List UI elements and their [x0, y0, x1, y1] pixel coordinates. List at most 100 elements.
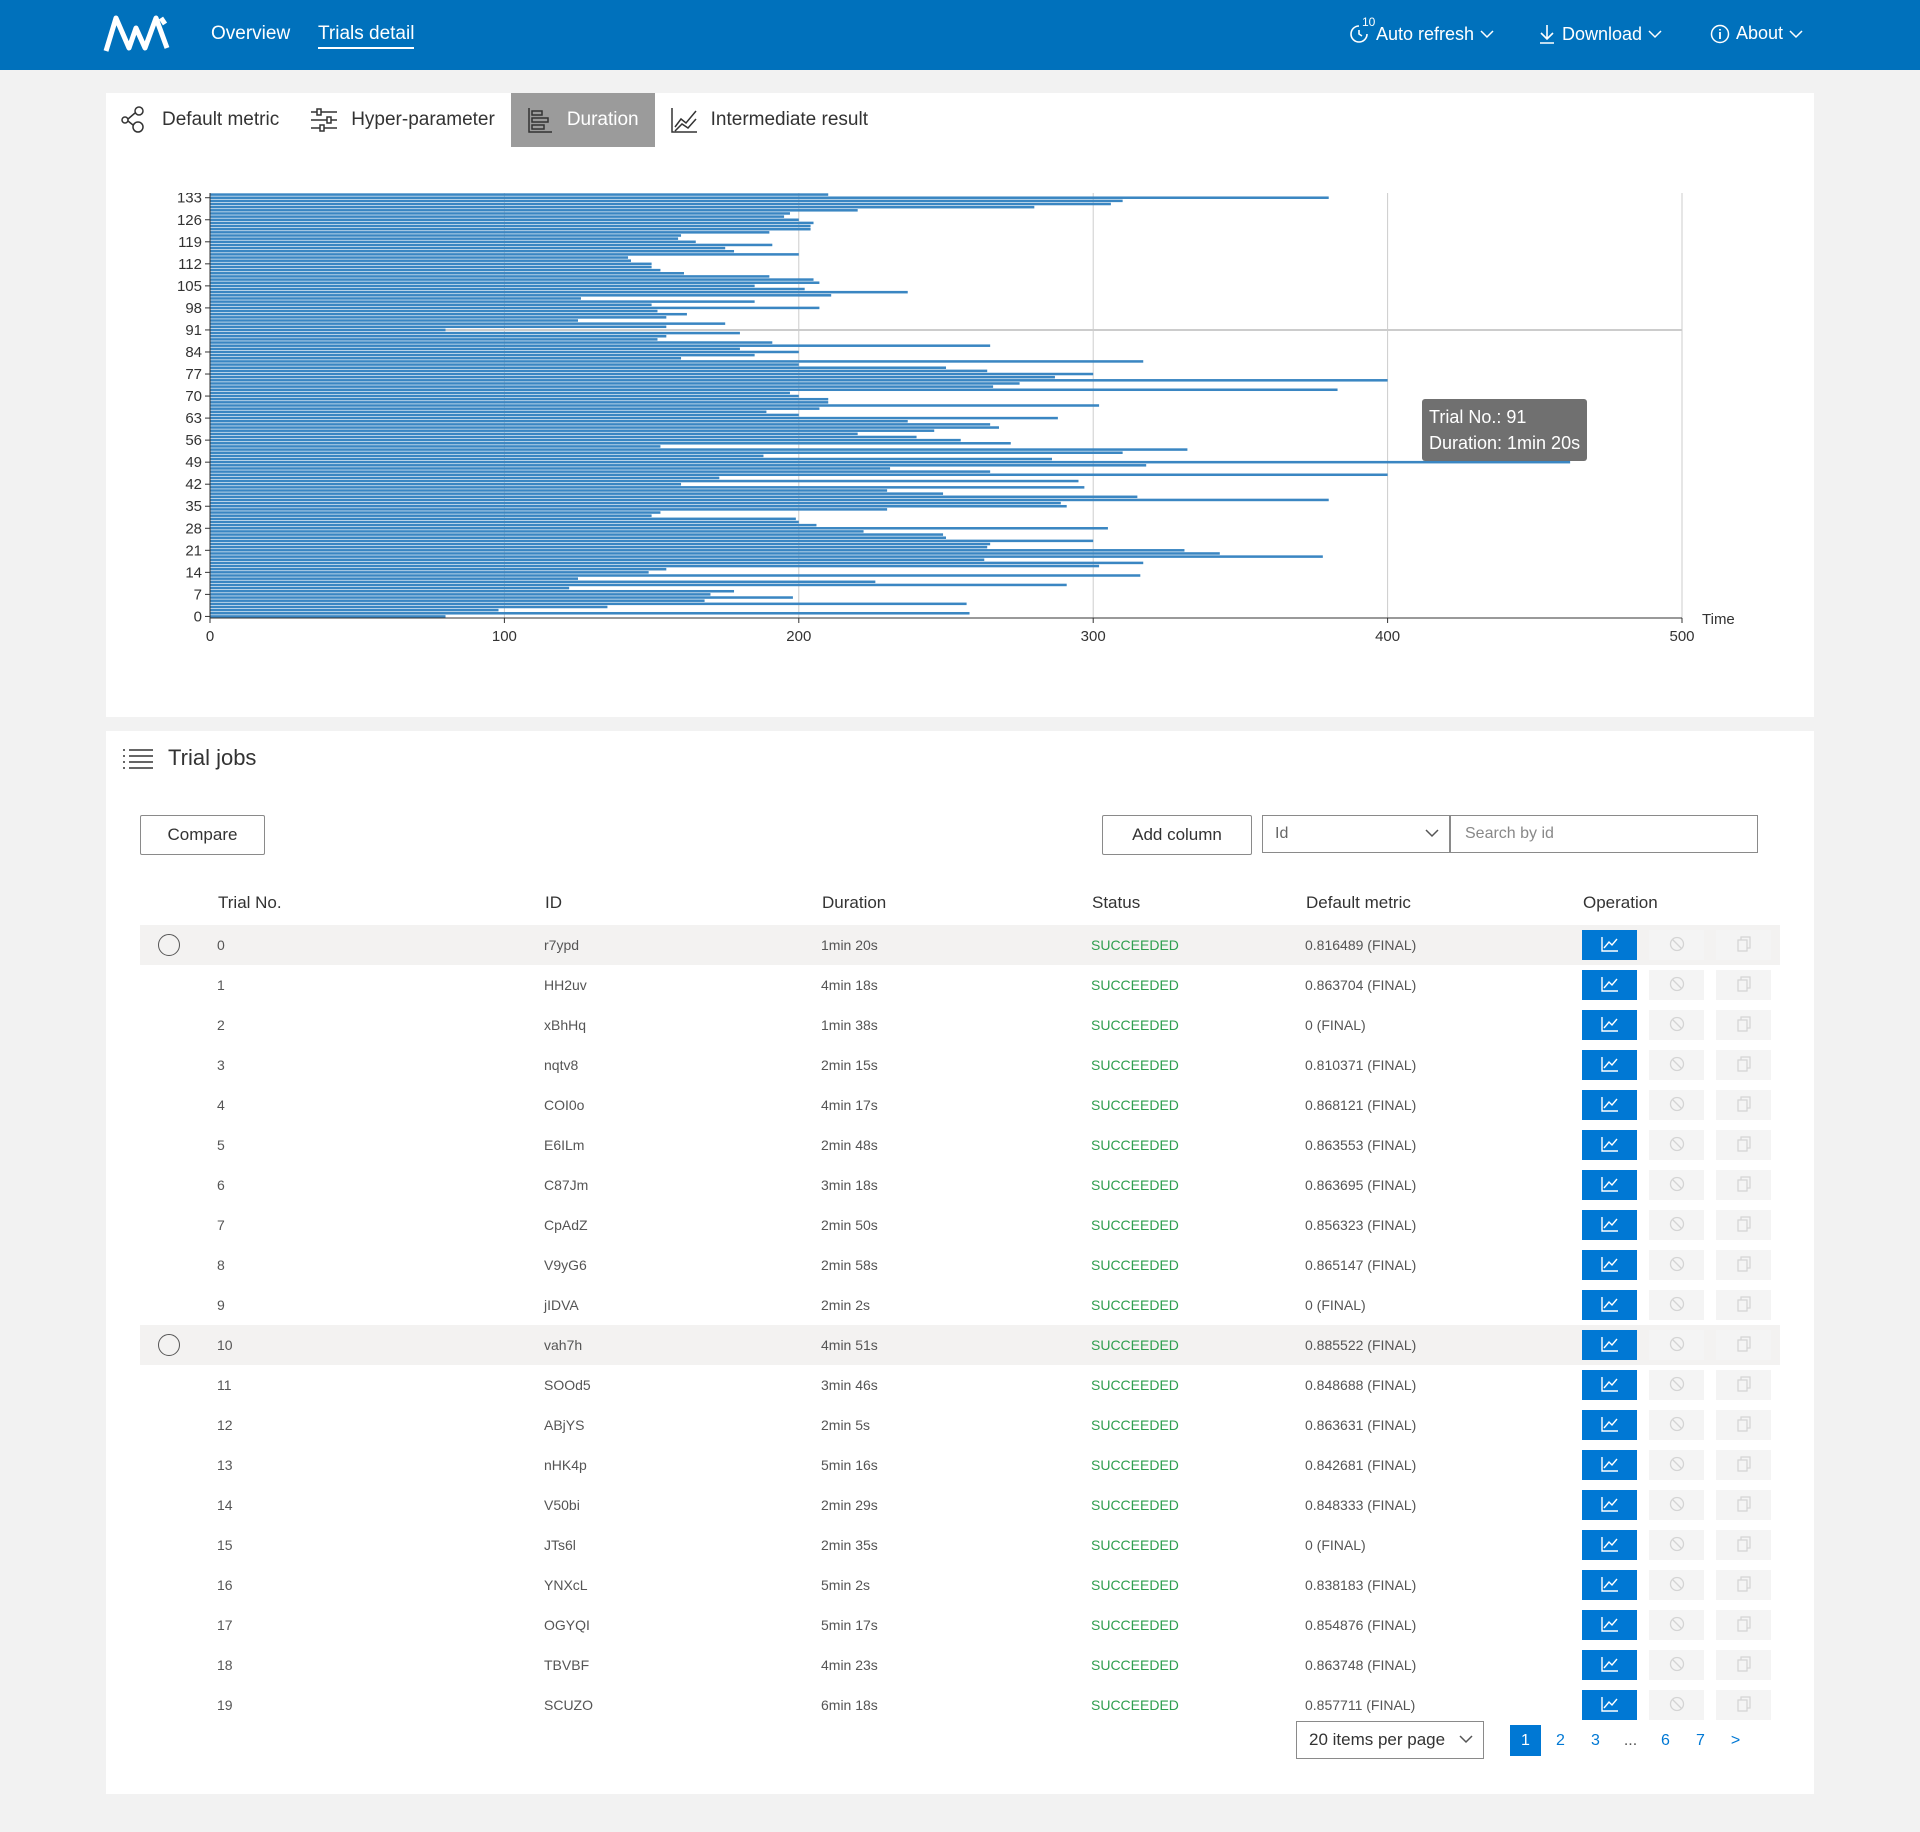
download-menu[interactable]: Download — [1538, 23, 1662, 45]
table-row[interactable]: 15 JTs6l 2min 35s SUCCEEDED 0 (FINAL) — [140, 1525, 1780, 1565]
duration-bar[interactable] — [210, 306, 820, 310]
duration-bar[interactable] — [210, 312, 687, 316]
duration-bar[interactable] — [210, 473, 1388, 477]
duration-bar[interactable] — [210, 423, 991, 426]
view-trial-chart-button[interactable] — [1582, 1410, 1637, 1440]
duration-bar[interactable] — [210, 353, 755, 357]
duration-bar[interactable] — [210, 212, 790, 215]
nni-logo[interactable] — [103, 14, 179, 54]
copy-trial-button[interactable] — [1716, 1170, 1771, 1200]
row-select-cell[interactable] — [140, 925, 217, 965]
table-row[interactable]: 4 COI0o 4min 17s SUCCEEDED 0.868121 (FINAL) — [140, 1085, 1780, 1125]
duration-bar[interactable] — [210, 511, 661, 514]
duration-bar[interactable] — [210, 221, 814, 225]
nav-trials-detail[interactable]: Trials detail — [318, 23, 415, 49]
duration-bar[interactable] — [210, 504, 1067, 508]
duration-bar[interactable] — [210, 482, 682, 486]
duration-bar[interactable] — [210, 498, 1329, 502]
duration-bar[interactable] — [210, 599, 705, 602]
duration-bar[interactable] — [210, 432, 858, 436]
tab-duration[interactable]: Duration — [510, 93, 655, 147]
duration-bar[interactable] — [210, 410, 767, 414]
kill-trial-button[interactable] — [1649, 1690, 1704, 1720]
copy-trial-button[interactable] — [1716, 1410, 1771, 1440]
duration-bar[interactable] — [210, 589, 735, 593]
duration-bar[interactable] — [210, 234, 682, 237]
view-trial-chart-button[interactable] — [1582, 1330, 1637, 1360]
kill-trial-button[interactable] — [1649, 1650, 1704, 1680]
duration-bar[interactable] — [210, 605, 608, 609]
duration-bar[interactable] — [210, 331, 740, 335]
row-select-cell[interactable] — [140, 1005, 217, 1045]
kill-trial-button[interactable] — [1649, 1290, 1704, 1320]
page-size-select[interactable]: 20 items per page — [1296, 1721, 1484, 1759]
table-row[interactable]: 10 vah7h 4min 51s SUCCEEDED 0.885522 (FINAL) — [140, 1325, 1780, 1365]
duration-bar[interactable] — [210, 322, 726, 325]
nav-overview[interactable]: Overview — [211, 23, 290, 45]
column-header-id[interactable]: ID — [544, 881, 821, 925]
duration-bar[interactable] — [210, 262, 652, 266]
duration-bar[interactable] — [210, 281, 820, 284]
row-select-cell[interactable] — [140, 1245, 217, 1285]
row-select-cell[interactable] — [140, 1605, 217, 1645]
table-row[interactable]: 9 jIDVA 2min 2s SUCCEEDED 0 (FINAL) — [140, 1285, 1780, 1325]
copy-trial-button[interactable] — [1716, 1650, 1771, 1680]
duration-bar[interactable] — [210, 357, 682, 360]
row-select-cell[interactable] — [140, 1645, 217, 1685]
view-trial-chart-button[interactable] — [1582, 1530, 1637, 1560]
duration-bar[interactable] — [210, 193, 829, 196]
duration-bar[interactable] — [210, 413, 799, 417]
kill-trial-button[interactable] — [1649, 1450, 1704, 1480]
duration-bar[interactable] — [210, 227, 811, 231]
duration-bar[interactable] — [210, 470, 991, 473]
duration-bar[interactable] — [210, 536, 946, 539]
tab-hyper-parameter[interactable]: Hyper-parameter — [295, 93, 511, 147]
view-trial-chart-button[interactable] — [1582, 1090, 1637, 1120]
copy-trial-button[interactable] — [1716, 1050, 1771, 1080]
table-row[interactable]: 12 ABjYS 2min 5s SUCCEEDED 0.863631 (FINAL) — [140, 1405, 1780, 1445]
kill-trial-button[interactable] — [1649, 1010, 1704, 1040]
table-row[interactable]: 3 nqtv8 2min 15s SUCCEEDED 0.810371 (FINAL) — [140, 1045, 1780, 1085]
duration-bar[interactable] — [210, 338, 658, 341]
table-row[interactable]: 11 SOOd5 3min 46s SUCCEEDED 0.848688 (FINAL) — [140, 1365, 1780, 1405]
duration-bar[interactable] — [210, 297, 581, 300]
table-row[interactable]: 14 V50bi 2min 29s SUCCEEDED 0.848333 (FINAL) — [140, 1485, 1780, 1525]
duration-bar[interactable] — [210, 445, 661, 448]
duration-bar[interactable] — [210, 275, 770, 278]
duration-bar[interactable] — [210, 294, 832, 297]
page-button[interactable]: 6 — [1650, 1725, 1681, 1756]
copy-trial-button[interactable] — [1716, 1690, 1771, 1720]
view-trial-chart-button[interactable] — [1582, 1130, 1637, 1160]
kill-trial-button[interactable] — [1649, 1610, 1704, 1640]
copy-trial-button[interactable] — [1716, 1450, 1771, 1480]
duration-bar[interactable] — [210, 379, 1388, 382]
duration-bar[interactable] — [210, 256, 629, 259]
column-header-status[interactable]: Status — [1091, 881, 1305, 925]
duration-bar[interactable] — [210, 366, 946, 369]
duration-bar[interactable] — [210, 300, 755, 303]
row-select-cell[interactable] — [140, 1445, 217, 1485]
about-menu[interactable]: About — [1710, 23, 1803, 44]
duration-bar[interactable] — [210, 464, 1147, 467]
duration-bar[interactable] — [210, 334, 667, 338]
duration-bar[interactable] — [210, 215, 785, 218]
duration-bar[interactable] — [210, 209, 858, 212]
duration-bar[interactable] — [210, 272, 684, 275]
duration-bar[interactable] — [210, 385, 994, 388]
duration-bar[interactable] — [210, 501, 1061, 505]
duration-bar[interactable] — [210, 344, 991, 347]
duration-bar[interactable] — [210, 523, 817, 527]
duration-bar[interactable] — [210, 388, 1338, 392]
kill-trial-button[interactable] — [1649, 1530, 1704, 1560]
duration-bar[interactable] — [210, 545, 988, 549]
view-trial-chart-button[interactable] — [1582, 1050, 1637, 1080]
duration-bar[interactable] — [210, 467, 891, 470]
duration-bar[interactable] — [210, 574, 1141, 577]
duration-bar[interactable] — [210, 397, 829, 401]
duration-bar[interactable] — [210, 533, 944, 536]
duration-bar[interactable] — [210, 429, 935, 432]
column-header-trial-no[interactable]: Trial No. — [217, 881, 544, 925]
duration-bar[interactable] — [210, 259, 631, 262]
row-select-cell[interactable] — [140, 1365, 217, 1405]
copy-trial-button[interactable] — [1716, 970, 1771, 1000]
